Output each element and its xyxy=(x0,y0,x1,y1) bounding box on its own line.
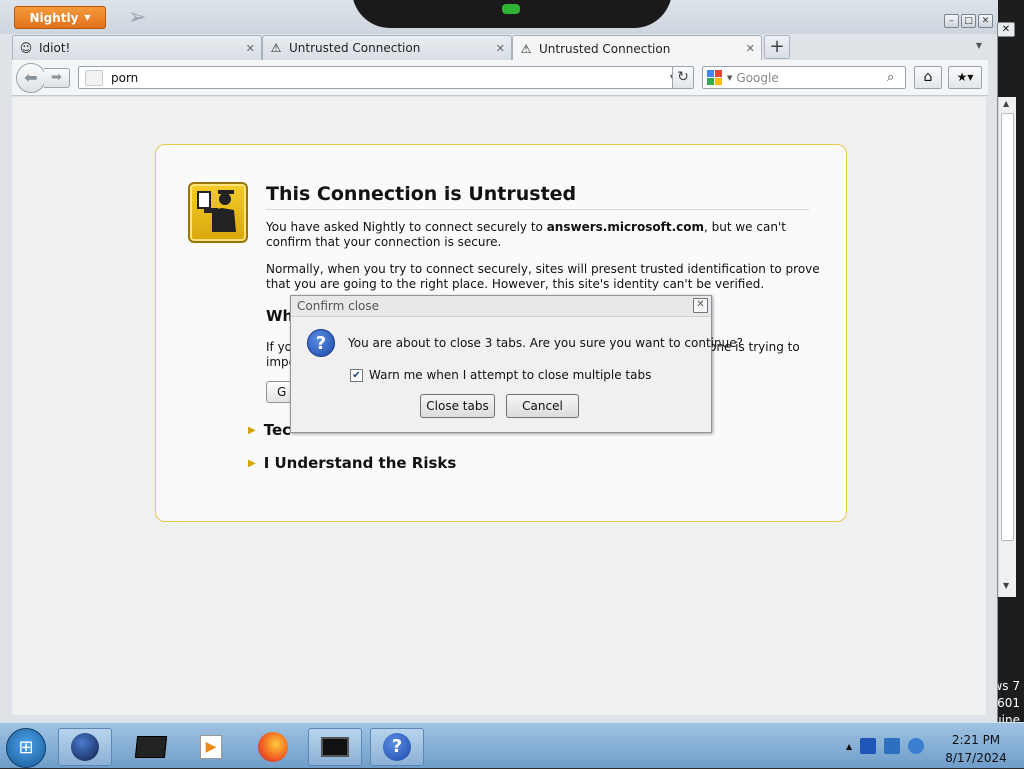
new-tab-button[interactable]: + xyxy=(764,35,790,59)
bookmark-star-icon: ★▾ xyxy=(956,70,974,84)
technical-details-label: Tec xyxy=(263,421,292,439)
dialog-title-bar: Confirm close ✕ xyxy=(291,296,711,317)
forward-button[interactable]: ➡ xyxy=(44,68,70,88)
dialog-close-button[interactable]: ✕ xyxy=(693,298,708,313)
notch-indicator xyxy=(502,4,520,14)
explanation-paragraph: Normally, when you try to connect secure… xyxy=(266,262,820,291)
volume-icon[interactable] xyxy=(908,738,925,754)
search-bar[interactable]: ▼ Google ⌕ xyxy=(702,66,906,89)
tab-label: Untrusted Connection xyxy=(539,41,671,56)
triangle-right-icon: ▶ xyxy=(248,424,256,436)
tab-list-dropdown-icon[interactable]: ▼ xyxy=(976,41,982,50)
windows-logo-icon: ⊞ xyxy=(18,737,34,758)
taskbar-firefox[interactable] xyxy=(246,728,300,766)
cancel-button[interactable]: Cancel xyxy=(506,394,579,418)
chevron-down-icon: ▼ xyxy=(84,13,91,22)
taskbar-terminal-app[interactable] xyxy=(124,728,178,766)
arrow-right-icon: ➡ xyxy=(51,70,62,85)
smiley-icon: ☺ xyxy=(19,41,33,55)
media-player-icon: ▶ xyxy=(200,735,222,759)
tab-idiot[interactable]: ☺ Idiot! ✕ xyxy=(12,35,262,60)
bookmarks-button[interactable]: ★▾ xyxy=(948,66,982,89)
tab-label: Idiot! xyxy=(39,41,71,55)
understand-risks-expander[interactable]: ▶ I Understand the Risks xyxy=(248,454,456,472)
window-controls: – □ ✕ xyxy=(944,14,993,28)
dialog-message: You are about to close 3 tabs. Are you s… xyxy=(348,336,743,350)
scroll-up-icon[interactable]: ▲ xyxy=(1003,99,1009,108)
send-icon: ➢ xyxy=(128,5,147,30)
technical-details-expander[interactable]: ▶ Tec xyxy=(248,421,291,439)
scroll-down-icon[interactable]: ▼ xyxy=(1003,581,1009,590)
help-icon: ? xyxy=(383,733,411,761)
intro-paragraph: You have asked Nightly to connect secure… xyxy=(266,220,821,250)
clock-date: 8/17/2024 xyxy=(945,751,1007,765)
taskbar-help-app[interactable]: ? xyxy=(370,728,424,766)
firefox-icon xyxy=(258,732,288,762)
warn-checkbox-row[interactable]: ✔ Warn me when I attempt to close multip… xyxy=(350,368,651,382)
network-icon[interactable] xyxy=(884,738,901,754)
triangle-right-icon: ▶ xyxy=(248,457,256,469)
tab-close-icon[interactable]: ✕ xyxy=(246,42,255,55)
engine-dropdown-icon[interactable]: ▼ xyxy=(727,74,732,82)
warn-checkbox-label[interactable]: Warn me when I attempt to close multiple… xyxy=(369,368,651,382)
home-icon: ⌂ xyxy=(923,69,933,85)
host-name: answers.microsoft.com xyxy=(546,220,704,234)
page-title: This Connection is Untrusted xyxy=(266,183,809,210)
start-button[interactable]: ⊞ xyxy=(6,728,46,768)
show-hidden-icons-icon[interactable]: ▲ xyxy=(846,742,852,751)
desktop-notch xyxy=(352,0,672,28)
site-identity-icon[interactable] xyxy=(85,69,103,86)
search-input[interactable]: Google xyxy=(736,71,887,85)
google-icon[interactable] xyxy=(707,69,723,86)
tab-untrusted-1[interactable]: ⚠ Untrusted Connection ✕ xyxy=(262,35,512,60)
back-button[interactable]: ⬅ xyxy=(16,63,46,93)
search-icon[interactable]: ⌕ xyxy=(887,70,905,85)
taskbar-display-app[interactable] xyxy=(308,728,362,766)
display-icon xyxy=(321,737,349,757)
monitor-icon xyxy=(134,736,168,758)
app-menu-button[interactable]: Nightly ▼ xyxy=(14,6,106,29)
reload-button[interactable]: ↻ xyxy=(672,66,694,89)
dialog-title: Confirm close xyxy=(297,299,380,313)
vertical-scrollbar[interactable]: ▲ ▼ xyxy=(998,97,1016,597)
clock-time: 2:21 PM xyxy=(951,733,1001,747)
tab-strip: ☺ Idiot! ✕ ⚠ Untrusted Connection ✕ ⚠ Un… xyxy=(12,35,988,61)
minimize-button[interactable]: – xyxy=(944,14,959,28)
title-bar: Nightly ▼ ➢ – □ ✕ xyxy=(0,0,998,34)
navigation-toolbar: ⬅ ➡ porn ▼ ↻ ▼ Google ⌕ ⌂ ★▾ xyxy=(12,60,988,96)
url-bar[interactable]: porn ▼ xyxy=(78,66,682,89)
bluetooth-icon[interactable] xyxy=(860,738,877,754)
tab-untrusted-2[interactable]: ⚠ Untrusted Connection ✕ xyxy=(512,35,762,61)
home-button[interactable]: ⌂ xyxy=(914,66,942,89)
reload-icon: ↻ xyxy=(677,69,689,85)
police-badge-icon xyxy=(188,182,248,243)
outer-close-button[interactable]: ✕ xyxy=(997,22,1015,37)
taskbar: ⊞ ▶ ? ▲ 2:21 PM 8/17/2024 xyxy=(0,722,1024,768)
confirm-close-dialog: Confirm close ✕ ? You are about to close… xyxy=(290,295,743,433)
close-tabs-button[interactable]: Close tabs xyxy=(420,394,495,418)
understand-risks-label: I Understand the Risks xyxy=(263,454,457,472)
app-menu-label: Nightly xyxy=(29,10,79,25)
arrow-left-icon: ⬅ xyxy=(24,68,38,87)
taskbar-media-player[interactable]: ▶ xyxy=(184,728,238,766)
question-icon: ? xyxy=(307,329,335,357)
scroll-thumb[interactable] xyxy=(1001,113,1014,541)
close-window-button[interactable]: ✕ xyxy=(978,14,993,28)
intro-text: You have asked Nightly to connect secure… xyxy=(266,220,547,234)
globe-icon xyxy=(71,733,99,761)
tab-label: Untrusted Connection xyxy=(289,41,421,55)
maximize-button[interactable]: □ xyxy=(961,14,976,28)
tray-clock[interactable]: 2:21 PM 8/17/2024 xyxy=(944,731,1008,767)
taskbar-globe-app[interactable] xyxy=(58,728,112,766)
warning-icon: ⚠ xyxy=(520,41,532,56)
warn-checkbox[interactable]: ✔ xyxy=(350,368,363,382)
warning-icon: ⚠ xyxy=(270,41,282,55)
back-forward-group: ⬅ ➡ xyxy=(16,63,74,93)
tab-close-icon[interactable]: ✕ xyxy=(496,42,505,55)
tab-close-icon[interactable]: ✕ xyxy=(746,42,755,55)
url-input[interactable]: porn xyxy=(111,71,665,85)
